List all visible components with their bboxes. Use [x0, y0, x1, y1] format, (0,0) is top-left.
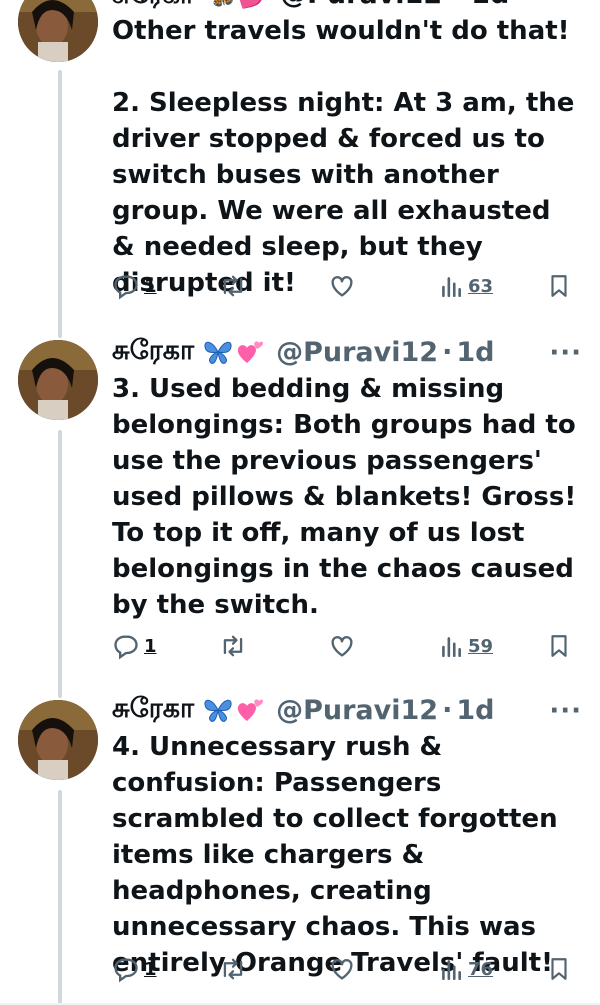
views-count: 59 [468, 635, 494, 657]
author-name[interactable]: சுரேகா [112, 335, 194, 370]
thread-line [58, 790, 62, 1005]
butterfly-emoji-icon [204, 341, 232, 364]
reply-icon [114, 275, 138, 300]
avatar[interactable] [18, 0, 98, 62]
reply-count: 1 [144, 635, 157, 657]
retweet-icon [223, 275, 243, 297]
retweet-button[interactable] [218, 628, 248, 664]
reply-count: 1 [144, 275, 157, 297]
author-handle[interactable]: @Puravi12 [276, 695, 438, 726]
retweet-icon [223, 958, 243, 980]
tweet-header: சுரேகா @Puravi12 · 1d [112, 690, 582, 730]
views-button[interactable]: 63 [438, 268, 493, 304]
avatar[interactable] [18, 340, 98, 420]
heart-emoji-icon [237, 341, 264, 363]
name-emojis [202, 338, 266, 366]
tweet-text: 4. Unnecessary rush & confusion: Passeng… [112, 732, 558, 978]
views-count: 76 [468, 958, 494, 980]
tweet-actions: 1 59 [112, 628, 580, 664]
reply-button[interactable]: 1 [112, 628, 157, 664]
bookmark-button[interactable] [546, 628, 572, 664]
thread-line [58, 430, 62, 698]
tweet-actions: 1 63 [112, 268, 580, 304]
author-header: சுரேகா 🦋💕 @Puravi12 · 1d [112, 0, 509, 14]
views-count: 63 [468, 275, 494, 297]
reply-button[interactable]: 1 [112, 268, 157, 304]
retweet-icon [223, 635, 243, 657]
separator-dot: · [442, 336, 453, 368]
reply-count: 1 [144, 958, 157, 980]
bookmark-button[interactable] [546, 268, 572, 304]
views-icon [442, 960, 461, 981]
separator-dot: · [442, 694, 453, 726]
avatar[interactable] [18, 700, 98, 780]
reply-button[interactable]: 1 [112, 951, 157, 987]
bookmark-icon [551, 958, 567, 980]
retweet-button[interactable] [218, 951, 248, 987]
thread-line [58, 70, 62, 338]
like-icon [331, 636, 353, 657]
reply-icon [114, 635, 138, 660]
like-button[interactable] [328, 268, 356, 304]
views-icon [442, 637, 461, 658]
like-icon [331, 276, 353, 297]
views-button[interactable]: 59 [438, 628, 493, 664]
tweet-time[interactable]: 1d [456, 695, 494, 726]
bookmark-icon [551, 275, 567, 297]
bookmark-icon [551, 635, 567, 657]
author-handle[interactable]: @Puravi12 [276, 337, 438, 368]
views-button[interactable]: 76 [438, 951, 493, 987]
heart-emoji-icon [237, 699, 264, 721]
author-name[interactable]: சுரேகா [112, 693, 194, 728]
name-emojis [202, 696, 266, 724]
more-options-button[interactable]: ··· [549, 338, 582, 368]
butterfly-emoji-icon [204, 699, 232, 722]
tweet-actions: 1 76 [112, 951, 580, 987]
more-options-button[interactable]: ··· [549, 696, 582, 726]
tweet-header: சுரேகா @Puravi12 · 1d [112, 332, 582, 372]
retweet-button[interactable] [218, 268, 248, 304]
like-button[interactable] [328, 628, 356, 664]
bookmark-button[interactable] [546, 951, 572, 987]
tweet-text: Other travels wouldn't do that! 2. Sleep… [112, 16, 575, 298]
like-icon [331, 959, 353, 980]
tweet-text: 3. Used bedding & missing belongings: Bo… [112, 374, 577, 620]
reply-icon [114, 958, 138, 983]
views-icon [442, 277, 461, 298]
like-button[interactable] [328, 951, 356, 987]
tweet-time[interactable]: 1d [456, 337, 494, 368]
